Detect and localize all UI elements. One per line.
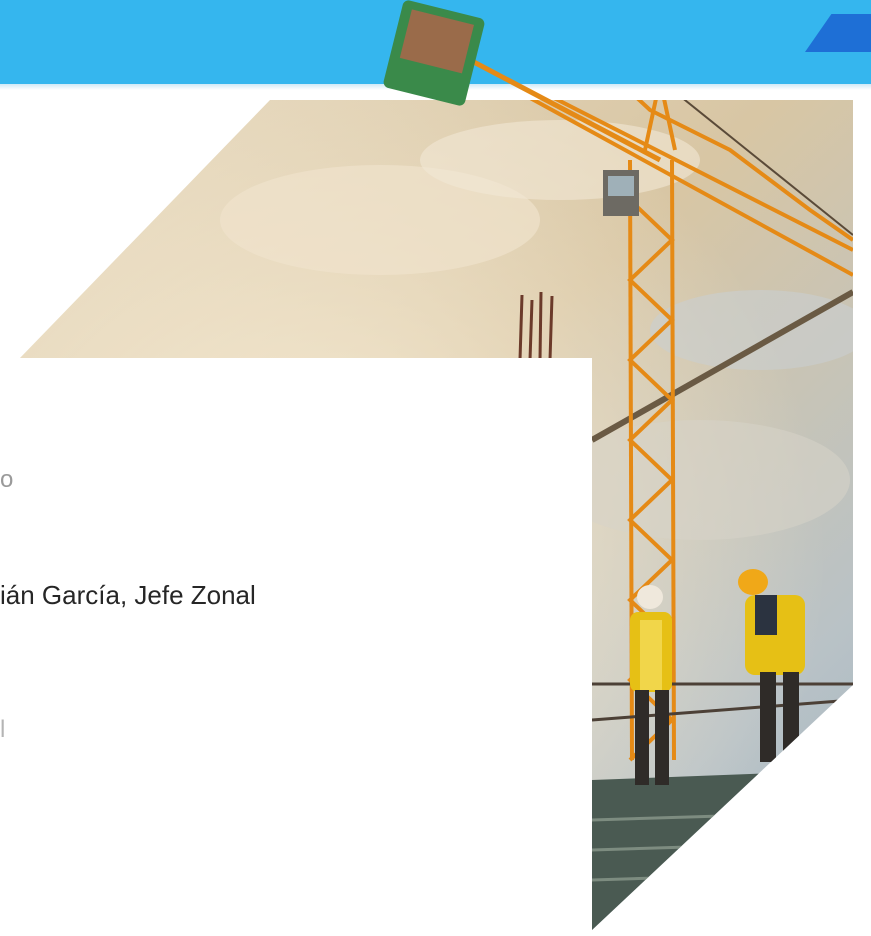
photo-content xyxy=(20,100,853,930)
subtitle-text: o xyxy=(0,466,14,493)
construction-photo xyxy=(20,0,853,930)
presenter-name-text: ián García, Jefe Zonal xyxy=(0,580,256,610)
footer-text: l xyxy=(0,716,6,743)
